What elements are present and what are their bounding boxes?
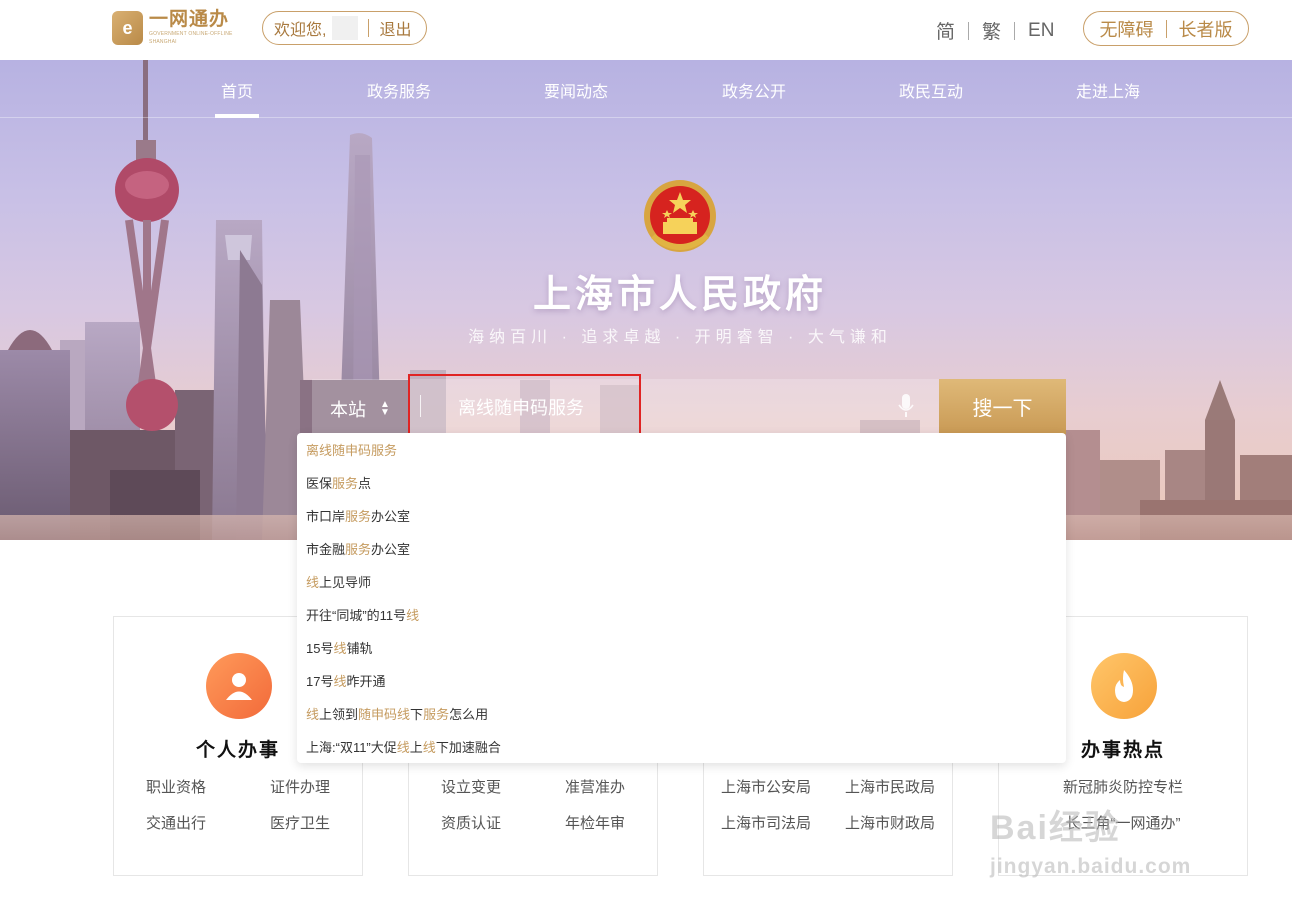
suggestion-item[interactable]: 线上见导师 — [297, 566, 1066, 599]
suggestion-text: 市口岸 — [306, 509, 346, 524]
watermark-line: Bai经验 — [990, 809, 1121, 847]
suggestion-match-text: 离线随申码服务 — [306, 443, 398, 458]
suggestion-item[interactable]: 上海:“双11”大促线上线下加速融合 — [297, 731, 1066, 764]
logo-text: 一网通办 GOVERNMENT ONLINE-OFFLINE SHANGHAI — [149, 10, 252, 46]
logo-title: 一网通办 — [149, 9, 230, 30]
card-link[interactable]: 上海市司法局 — [704, 815, 828, 833]
divider — [368, 19, 370, 37]
logo-subtitle: GOVERNMENT ONLINE-OFFLINE SHANGHAI — [149, 31, 233, 45]
language-switcher: 简 繁 EN — [936, 17, 1054, 44]
nav-home[interactable]: 首页 — [214, 78, 260, 118]
card-link[interactable]: 上海市财政局 — [828, 815, 952, 833]
suggestion-item[interactable]: 15号线铺轨 — [297, 632, 1066, 665]
card-link[interactable]: 医疗卫生 — [238, 815, 362, 833]
suggestion-match-text: 线 — [333, 641, 347, 656]
nav-government-services[interactable]: 政务服务 — [367, 78, 431, 102]
card-links: 职业资格 证件办理 交通出行 医疗卫生 — [114, 779, 362, 833]
suggestion-text: 上海:“双11”大促 — [306, 740, 397, 755]
logout-link[interactable]: 退出 — [379, 16, 411, 40]
card-link[interactable]: 设立变更 — [409, 779, 533, 797]
card-link[interactable]: 交通出行 — [114, 815, 238, 833]
suggestion-text: 点 — [358, 476, 372, 491]
username-redacted — [332, 16, 359, 40]
baidu-jingyan-watermark: Bai经验 jingyan.baidu.com — [990, 800, 1230, 880]
suggestion-text: 下加速融合 — [435, 740, 501, 755]
watermark-url: jingyan.baidu.com — [990, 855, 1192, 878]
divider — [968, 21, 970, 40]
card-links: 上海市公安局 上海市民政局 上海市司法局 上海市财政局 — [704, 779, 952, 833]
suggestion-match-text: 线 — [333, 674, 347, 689]
suggestion-text: 办公室 — [371, 542, 411, 557]
suggestion-match-text: 服务 — [423, 707, 450, 722]
logo-mark-icon: e — [112, 11, 144, 45]
suggestion-match-text: 服务 — [332, 476, 359, 491]
lang-english[interactable]: EN — [1028, 20, 1054, 42]
lang-traditional[interactable]: 繁 — [982, 17, 1001, 44]
accessibility-pill: 无障碍 长者版 — [1083, 11, 1249, 46]
search-suggestions-dropdown: 离线随申码服务 医保服务点 市口岸服务办公室 市金融服务办公室 线上见导师 开往“同城”的… — [297, 433, 1066, 763]
card-link[interactable]: 准营准办 — [533, 779, 657, 797]
card-link[interactable]: 上海市民政局 — [828, 779, 952, 797]
suggestion-item[interactable]: 市金融服务办公室 — [297, 533, 1066, 566]
nav-interaction[interactable]: 政民互动 — [899, 78, 963, 102]
suggestion-text: 办公室 — [371, 509, 411, 524]
suggestion-text: 医保 — [306, 476, 333, 491]
suggestion-text: 怎么用 — [449, 707, 489, 722]
welcome-text: 欢迎您, — [274, 22, 327, 39]
suggestion-match-text: 线 — [422, 740, 436, 755]
suggestion-match-text: 线 — [306, 707, 320, 722]
nav-about-shanghai[interactable]: 走进上海 — [1076, 78, 1140, 102]
suggestion-text: 昨开通 — [346, 674, 386, 689]
divider — [1014, 21, 1016, 40]
card-link[interactable]: 证件办理 — [238, 779, 362, 797]
suggestion-text: 上见导师 — [319, 575, 372, 590]
site-title: 上海市人民政府 — [532, 274, 827, 316]
suggestion-item[interactable]: 医保服务点 — [297, 467, 1066, 500]
suggestion-match-text: 随申码线 — [358, 707, 411, 722]
up-down-arrows-icon: ▲ ▼ — [380, 399, 390, 418]
card-link[interactable]: 资质认证 — [409, 815, 533, 833]
nav-news[interactable]: 要闻动态 — [544, 78, 608, 102]
suggestion-text: 市金融 — [306, 542, 346, 557]
card-links: 设立变更 准营准办 资质认证 年检年审 — [409, 779, 657, 833]
main-nav: 首页 政务服务 要闻动态 政务公开 政民互动 走进上海 — [0, 60, 1292, 118]
suggestion-text: 下 — [410, 707, 424, 722]
suggestion-item[interactable]: 离线随申码服务 — [297, 434, 1066, 467]
divider — [1165, 19, 1167, 38]
lang-simplified[interactable]: 简 — [936, 17, 955, 44]
suggestion-match-text: 服务 — [345, 542, 372, 557]
suggestion-item[interactable]: 市口岸服务办公室 — [297, 500, 1066, 533]
yiwangtongban-logo[interactable]: e 一网通办 GOVERNMENT ONLINE-OFFLINE SHANGHA… — [112, 10, 252, 46]
card-link[interactable]: 上海市公安局 — [704, 779, 828, 797]
card-link[interactable]: 职业资格 — [114, 779, 238, 797]
top-bar: e 一网通办 GOVERNMENT ONLINE-OFFLINE SHANGHA… — [0, 0, 1292, 60]
national-emblem-icon — [644, 180, 716, 252]
accessibility-button[interactable]: 无障碍 — [1100, 16, 1154, 42]
elderly-mode-button[interactable]: 长者版 — [1179, 16, 1233, 42]
search-button[interactable]: 搜一下 — [939, 379, 1066, 434]
suggestion-text: 铺轨 — [346, 641, 373, 656]
search-scope-select[interactable]: 本站 ▲ ▼ — [330, 396, 390, 422]
card-link[interactable]: 新冠肺炎防控专栏 — [999, 779, 1247, 797]
card-link[interactable]: 年检年审 — [533, 815, 657, 833]
suggestion-match-text: 服务 — [345, 509, 372, 524]
search-scope-value: 本站 — [330, 400, 366, 420]
user-welcome-pill: 欢迎您, 退出 — [262, 11, 427, 45]
flame-icon — [1091, 653, 1157, 719]
suggestion-text: 17号 — [306, 674, 334, 689]
suggestion-match-text: 线 — [406, 608, 420, 623]
suggestion-item[interactable]: 线上领到随申码线下服务怎么用 — [297, 698, 1066, 731]
nav-public-information[interactable]: 政务公开 — [722, 78, 786, 102]
suggestion-item[interactable]: 开往“同城”的11号线 — [297, 599, 1066, 632]
person-icon — [206, 653, 272, 719]
suggestion-text: 开往“同城”的11号 — [306, 608, 407, 623]
suggestion-match-text: 线 — [306, 575, 320, 590]
site-motto: 海纳百川 · 追求卓越 · 开明睿智 · 大气谦和 — [468, 329, 892, 346]
suggestion-text: 上 — [409, 740, 423, 755]
suggestion-text: 上领到 — [319, 707, 359, 722]
microphone-icon[interactable] — [898, 393, 914, 419]
suggestion-item[interactable]: 17号线昨开通 — [297, 665, 1066, 698]
suggestion-text: 15号 — [306, 641, 334, 656]
suggestion-match-text: 线 — [396, 740, 410, 755]
